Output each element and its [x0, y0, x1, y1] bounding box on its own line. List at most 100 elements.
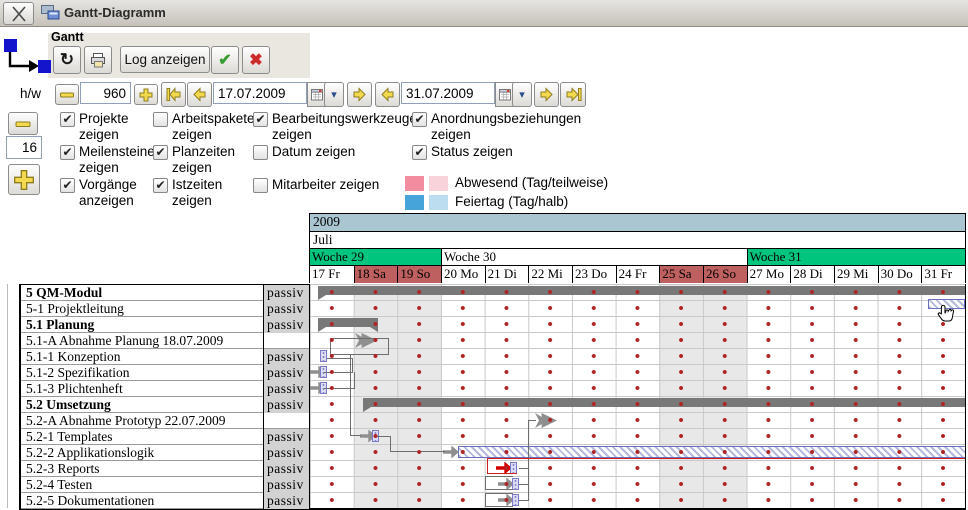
task-name-cell[interactable]: 5.1-1 Konzeption: [21, 349, 263, 364]
date-from-input[interactable]: [213, 82, 307, 104]
status-cell: passiv: [263, 493, 310, 509]
checkbox-option[interactable]: ✔Projekte zeigen: [60, 111, 146, 142]
close-button[interactable]: [3, 2, 34, 25]
dependency-line: [390, 451, 445, 452]
weekend-shading: [397, 284, 441, 508]
week-cell: Woche 30: [441, 249, 747, 266]
task-icon[interactable]: [512, 478, 519, 490]
prev-from-button[interactable]: [187, 82, 212, 107]
task-row[interactable]: 5.1-2 Spezifikationpassiv: [21, 365, 312, 381]
left-arrow-icon: [379, 86, 396, 103]
date-to-dropdown-button[interactable]: ▾: [512, 82, 532, 107]
refresh-icon: ↻: [60, 50, 74, 70]
task-name-cell[interactable]: 5.2-5 Dokumentationen: [21, 493, 263, 508]
task-name-cell[interactable]: 5 QM-Modul: [21, 285, 263, 300]
task-row[interactable]: 5.2-5 Dokumentationenpassiv: [21, 493, 312, 509]
task-row[interactable]: 5.1-3 Plichtenheftpassiv: [21, 381, 312, 397]
prev-to-button[interactable]: [375, 82, 400, 107]
task-name-cell[interactable]: 5.1-2 Spezifikation: [21, 365, 263, 380]
chart-body: [309, 284, 966, 510]
cancel-button[interactable]: ✖: [242, 46, 270, 74]
last-arrow-icon: [564, 86, 582, 103]
summary-bar[interactable]: [318, 318, 378, 327]
jump-to-start-button[interactable]: [161, 82, 186, 107]
show-log-button[interactable]: Log anzeigen: [120, 46, 210, 73]
task-row[interactable]: 5.2-4 Testenpassiv: [21, 477, 312, 493]
checkbox-option[interactable]: ✔Status zeigen: [412, 144, 584, 160]
task-name-cell[interactable]: 5-1 Projektleitung: [21, 301, 263, 316]
row-height-minus-button[interactable]: [8, 112, 38, 135]
checkbox-unchecked-icon: [153, 112, 168, 127]
checkbox-checked-icon: ✔: [412, 145, 427, 160]
hand-cursor-icon: [937, 304, 955, 325]
titlebar: Gantt-Diagramm: [0, 0, 968, 27]
task-row[interactable]: 5.1-A Abnahme Planung 18.07.2009: [21, 333, 312, 349]
checkbox-option[interactable]: Datum zeigen: [253, 144, 419, 160]
task-row[interactable]: 5 QM-Modulpassiv: [21, 285, 312, 301]
checkbox-option[interactable]: Mitarbeiter zeigen: [253, 177, 419, 193]
date-to-input[interactable]: [401, 82, 495, 104]
day-cell: 24 Fr: [616, 266, 660, 283]
zoom-value-input[interactable]: [80, 82, 131, 104]
status-cell: passiv: [263, 461, 310, 477]
date-from-dropdown-button[interactable]: ▾: [324, 82, 344, 107]
print-button[interactable]: [84, 46, 112, 74]
checkbox-option[interactable]: ✔Meilensteine zeigen: [60, 144, 146, 175]
task-name-cell[interactable]: 5.2-1 Templates: [21, 429, 263, 444]
task-name-cell[interactable]: 5.1 Planung: [21, 317, 263, 332]
gantt-toolbar-panel: Gantt ↻ Log anzeigen ✔ ✖: [48, 33, 310, 78]
next-from-button[interactable]: [347, 82, 372, 107]
dependency-line-red: [487, 458, 488, 474]
task-row[interactable]: 5.2-2 Applikationslogikpassiv: [21, 445, 312, 461]
checkbox-option[interactable]: Arbeitspakete zeigen: [153, 111, 247, 142]
summary-bar[interactable]: [363, 398, 966, 407]
task-icon[interactable]: [512, 494, 519, 506]
task-name-cell[interactable]: 5.2 Umsetzung: [21, 397, 263, 412]
task-row[interactable]: 5.1 Planungpassiv: [21, 317, 312, 333]
task-name-cell[interactable]: 5.1-3 Plichtenheft: [21, 381, 263, 396]
dependency-line: [352, 358, 353, 373]
checkbox-option[interactable]: ✔Anordnungsbeziehungen zeigen: [412, 111, 584, 142]
confirm-button[interactable]: ✔: [211, 46, 239, 74]
dependency-line: [528, 420, 536, 421]
task-start-arrow[interactable]: [443, 446, 459, 459]
task-icon[interactable]: [320, 350, 327, 362]
right-arrow-icon: [538, 86, 555, 103]
task-name-cell[interactable]: 5.2-4 Testen: [21, 477, 263, 492]
task-name-cell[interactable]: 5.2-2 Applikationslogik: [21, 445, 263, 460]
day-cell: 29 Mi: [834, 266, 878, 283]
task-row[interactable]: 5.2-3 Reportspassiv: [21, 461, 312, 477]
task-name-cell[interactable]: 5.1-A Abnahme Planung 18.07.2009: [21, 333, 263, 348]
zoom-in-button[interactable]: [134, 84, 158, 105]
task-row[interactable]: 5.2-A Abnahme Prototyp 22.07.2009: [21, 413, 312, 429]
refresh-button[interactable]: ↻: [53, 46, 81, 74]
dependency-line: [324, 372, 353, 373]
next-to-button[interactable]: [534, 82, 559, 107]
dependency-line-red: [487, 473, 517, 474]
row-height-plus-button[interactable]: [8, 164, 40, 195]
task-row[interactable]: 5.1-1 Konzeptionpassiv: [21, 349, 312, 365]
task-row[interactable]: 5-1 Projektleitungpassiv: [21, 301, 312, 317]
task-row[interactable]: 5.2-1 Templatespassiv: [21, 429, 312, 445]
dependency-line: [330, 338, 389, 339]
first-arrow-icon: [165, 86, 182, 103]
zoom-out-button[interactable]: [55, 84, 79, 105]
task-name-cell[interactable]: 5.2-A Abnahme Prototyp 22.07.2009: [21, 413, 263, 428]
minus-icon: [58, 86, 76, 104]
task-row[interactable]: 5.2 Umsetzungpassiv: [21, 397, 312, 413]
jump-to-end-button[interactable]: [560, 82, 586, 107]
status-cell: passiv: [263, 477, 310, 493]
progress-hatch-bar[interactable]: [458, 446, 966, 458]
day-cell: 23 Do: [572, 266, 616, 283]
checkbox-option[interactable]: ✔Planzeiten zeigen: [153, 144, 247, 175]
milestone-marker[interactable]: [535, 413, 557, 428]
checkbox-option[interactable]: ✔Bearbeitungswerkzeuge zeigen: [253, 111, 419, 142]
summary-bar[interactable]: [318, 286, 966, 295]
checkbox-label: Vorgänge anzeigen: [79, 177, 146, 208]
checkbox-option[interactable]: ✔Istzeiten zeigen: [153, 177, 247, 208]
row-height-input[interactable]: [6, 136, 42, 159]
task-name-cell[interactable]: 5.2-3 Reports: [21, 461, 263, 476]
checkbox-label: Bearbeitungswerkzeuge zeigen: [272, 111, 419, 142]
checkbox-option[interactable]: ✔Vorgänge anzeigen: [60, 177, 146, 208]
dependency-line: [354, 372, 355, 389]
